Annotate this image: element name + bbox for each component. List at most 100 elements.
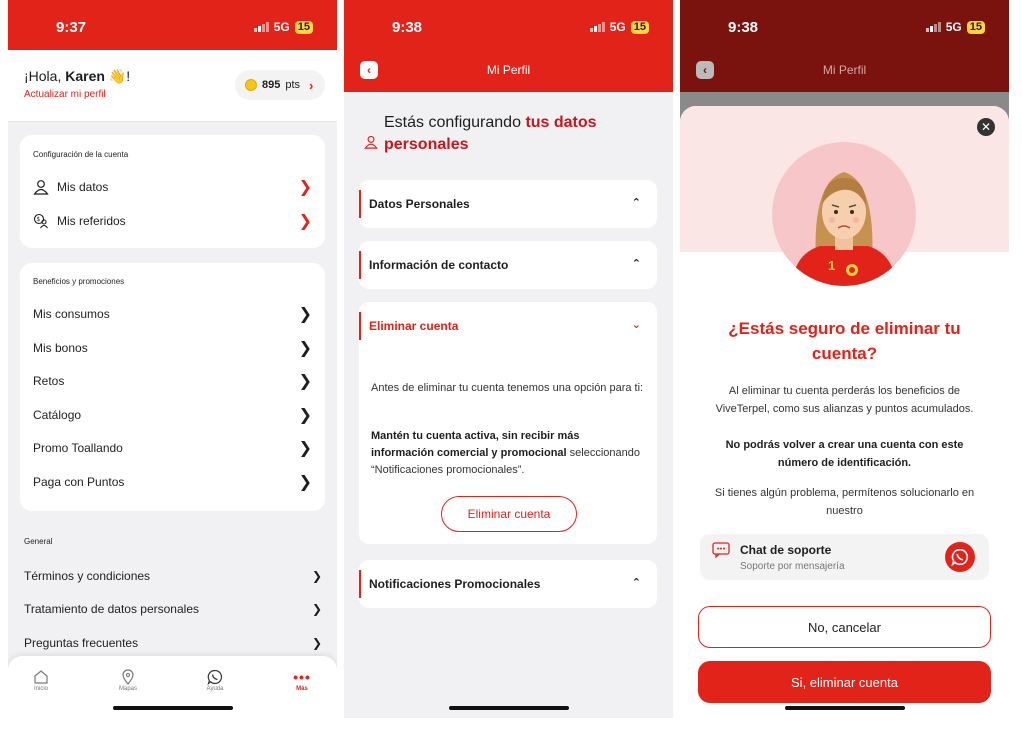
status-bar: 9:38 5G 15 <box>344 0 673 50</box>
chevron-up-icon: ⌃ <box>631 577 641 589</box>
whatsapp-button[interactable] <box>945 542 975 572</box>
accordion-notificaciones[interactable]: Notificaciones Promocionales ⌃ <box>359 560 657 608</box>
network-label: 5G <box>945 20 962 34</box>
shirt-number: 1 <box>828 258 836 273</box>
delete-option-text: Mantén tu cuenta activa, sin recibir más… <box>371 430 641 476</box>
whatsapp-icon <box>207 668 223 686</box>
menu-item-mis-datos[interactable]: Mis datos ❯ <box>33 174 312 200</box>
chevron-right-icon: ❯ <box>311 636 322 650</box>
chevron-right-icon: ❯ <box>311 569 322 583</box>
chat-icon <box>712 542 730 563</box>
menu-item-preguntas[interactable]: Preguntas frecuentes ❯ <box>24 630 322 656</box>
page-title: Mi Perfil <box>822 63 867 77</box>
home-more-screen: 9:37 5G 15 ¡Hola, Karen 👋! Actualizar mi… <box>8 0 337 718</box>
delete-account-button[interactable]: Eliminar cuenta <box>441 496 577 532</box>
chevron-right-icon: ❯ <box>298 373 312 390</box>
home-indicator <box>112 706 233 710</box>
home-indicator <box>448 706 569 710</box>
menu-item-promo-toallando[interactable]: Promo Toallando ❯ <box>33 435 312 461</box>
section-title: Configuración de la cuenta <box>33 150 129 159</box>
menu-item-tratamiento-datos[interactable]: Tratamiento de datos personales ❯ <box>24 596 322 622</box>
chat-subtitle: Soporte por mensajería <box>740 561 845 572</box>
svg-text:$: $ <box>36 216 40 223</box>
status-time: 9:38 <box>728 19 759 36</box>
menu-item-terminos[interactable]: Términos y condiciones ❯ <box>24 563 322 589</box>
accordion-header-eliminar[interactable]: Eliminar cuenta ⌄ <box>359 302 657 350</box>
tab-mapas[interactable]: Mapas <box>98 668 158 692</box>
map-pin-icon <box>121 668 135 686</box>
accordion-informacion-contacto[interactable]: Información de contacto ⌃ <box>359 241 657 289</box>
network-label: 5G <box>273 20 290 34</box>
chevron-right-icon: ❯ <box>298 179 312 196</box>
home-indicator <box>784 706 905 710</box>
chevron-down-icon: ⌄ <box>631 319 641 331</box>
page-title: Mi Perfil <box>486 63 531 77</box>
battery-icon: 15 <box>966 20 985 34</box>
network-label: 5G <box>609 20 626 34</box>
more-icon: ••• <box>293 669 311 685</box>
accordion-eliminar-cuenta: Eliminar cuenta ⌄ Antes de eliminar tu cu… <box>359 302 657 544</box>
menu-item-mis-consumos[interactable]: Mis consumos ❯ <box>33 301 312 327</box>
modal-text-help: Si tienes algún problema, permítenos sol… <box>714 487 975 517</box>
chevron-right-icon: ❯ <box>298 340 312 357</box>
update-profile-link[interactable]: Actualizar mi perfil <box>24 89 106 100</box>
points-unit: pts <box>285 79 301 91</box>
nav-bar: ‹ Mi Perfil <box>680 50 1009 92</box>
chevron-right-icon: ❯ <box>298 474 312 491</box>
coin-icon <box>245 79 257 91</box>
menu-item-mis-referidos[interactable]: $ Mis referidos ❯ <box>33 208 312 234</box>
modal-text-benefits: Al eliminar tu cuenta perderás los benef… <box>715 385 974 415</box>
signal-icon <box>253 22 269 32</box>
points-pill[interactable]: 895 pts › <box>235 70 325 100</box>
chat-title: Chat de soporte <box>740 543 832 557</box>
modal-title: ¿Estás seguro de eliminar tu cuenta? <box>728 319 961 363</box>
nav-bar: ‹ Mi Perfil <box>344 50 673 92</box>
status-bar: 9:38 5G 15 <box>680 0 1009 50</box>
confirm-delete-button[interactable]: Si, eliminar cuenta <box>698 661 991 703</box>
wave-icon: 👋 <box>108 68 127 84</box>
status-time: 9:38 <box>392 19 423 36</box>
close-icon: ✕ <box>980 120 992 134</box>
whatsapp-icon <box>951 548 969 566</box>
user-icon <box>33 179 49 195</box>
battery-icon: 15 <box>630 20 649 34</box>
chevron-right-icon: ❯ <box>298 213 312 230</box>
referrals-icon: $ <box>33 213 49 229</box>
signal-icon <box>589 22 605 32</box>
delete-info-text: Antes de eliminar tu cuenta tenemos una … <box>371 382 644 394</box>
support-chat-card[interactable]: Chat de soporte Soporte por mensajería <box>700 534 989 580</box>
section-title: Beneficios y promociones <box>33 277 125 286</box>
signal-icon <box>925 22 941 32</box>
chevron-right-icon: › <box>309 77 314 93</box>
greeting: ¡Hola, Karen 👋! <box>24 68 131 84</box>
benefits-card: Beneficios y promociones Mis consumos ❯ M… <box>20 263 325 511</box>
tab-mas[interactable]: ••• Más <box>272 668 332 692</box>
points-value: 895 <box>262 79 281 91</box>
cancel-button[interactable]: No, cancelar <box>698 606 991 648</box>
status-bar: 9:37 5G 15 <box>8 0 337 50</box>
tab-inicio[interactable]: Inicio <box>11 668 71 692</box>
chevron-up-icon: ⌃ <box>631 197 641 209</box>
delete-confirm-modal: ✕ 1 ¿Estás seguro de eliminar tu cuenta?… <box>680 106 1009 718</box>
chevron-right-icon: ❯ <box>298 306 312 323</box>
section-title: General <box>24 537 53 546</box>
menu-item-retos[interactable]: Retos ❯ <box>33 368 312 394</box>
sad-avatar-illustration: 1 <box>772 142 916 286</box>
chevron-right-icon: ❯ <box>298 440 312 457</box>
battery-icon: 15 <box>294 20 313 34</box>
modal-text-warning: No podrás volver a crear una cuenta con … <box>725 439 964 469</box>
menu-item-catalogo[interactable]: Catálogo ❯ <box>33 402 312 428</box>
close-button[interactable]: ✕ <box>977 118 995 136</box>
bottom-tab-bar: Inicio Mapas Ayuda ••• Más <box>8 656 337 718</box>
config-heading: Estás configurando tus datos personales <box>364 112 624 156</box>
tab-ayuda[interactable]: Ayuda <box>185 668 245 692</box>
chevron-right-icon: ❯ <box>298 407 312 424</box>
menu-item-paga-con-puntos[interactable]: Paga con Puntos ❯ <box>33 469 312 495</box>
status-time: 9:37 <box>56 19 87 36</box>
accordion-datos-personales[interactable]: Datos Personales ⌃ <box>359 180 657 228</box>
greeting-header: ¡Hola, Karen 👋! Actualizar mi perfil 895… <box>8 50 337 122</box>
chevron-right-icon: ❯ <box>311 602 322 616</box>
menu-item-mis-bonos[interactable]: Mis bonos ❯ <box>33 335 312 361</box>
user-icon <box>364 134 378 156</box>
user-name: Karen <box>65 68 105 84</box>
